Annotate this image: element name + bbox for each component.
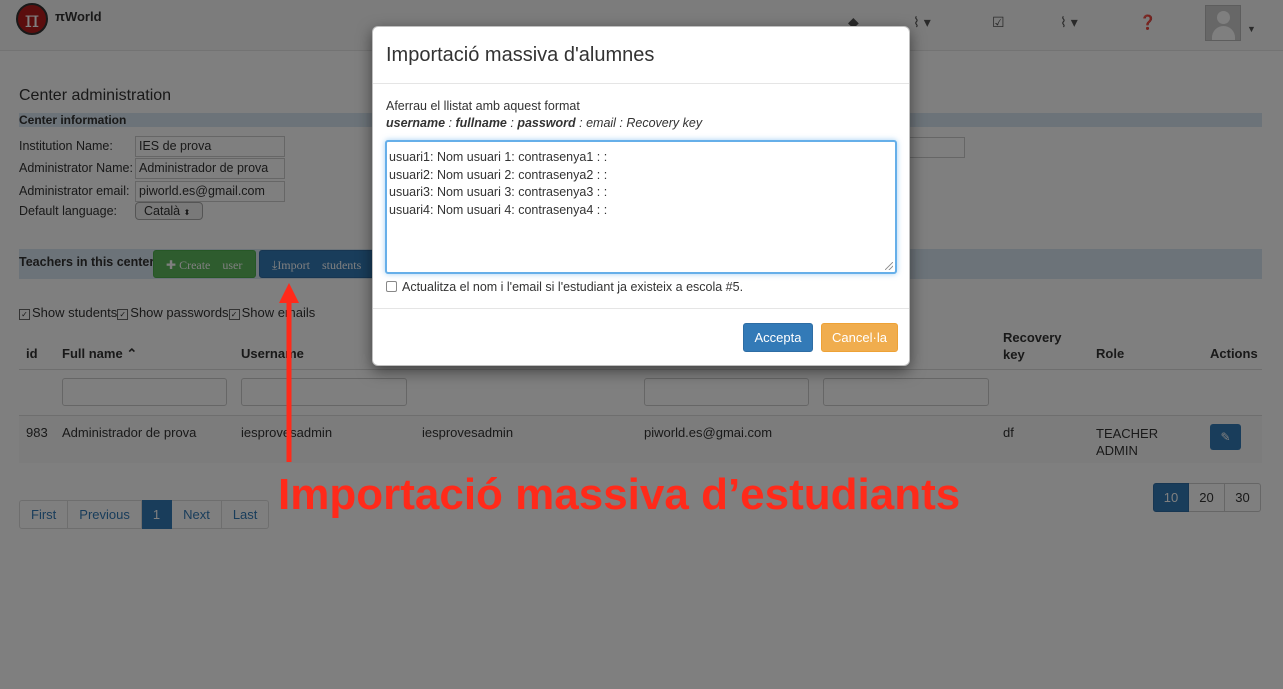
cancel-button[interactable]: Cancel·la (821, 323, 898, 352)
format-intro: Aferrau el llistat amb aquest format (386, 99, 580, 113)
annotation-label: Importació massiva d’estudiants (278, 470, 961, 519)
dialog-divider (373, 308, 909, 309)
update-existing-checkbox[interactable] (386, 281, 397, 292)
list-line: usuari3: Nom usuari 3: contrasenya3 : : (389, 185, 608, 199)
list-line: usuari1: Nom usuari 1: contrasenya1 : : (389, 150, 608, 164)
dialog-divider (373, 83, 909, 84)
accept-button[interactable]: Accepta (743, 323, 813, 352)
format-spec: username : fullname : password : email :… (386, 116, 703, 130)
list-line: usuari2: Nom usuari 2: contrasenya2 : : (389, 167, 608, 182)
import-students-dialog: Importació massiva d'alumnes Aferrau el … (372, 26, 910, 366)
resize-grip-icon[interactable] (885, 262, 893, 270)
list-line: usuari4: Nom usuari 4: contrasenya4 : : (389, 202, 608, 217)
dialog-title: Importació massiva d'alumnes (386, 44, 655, 66)
update-existing-option[interactable]: Actualitza el nom i l'email si l'estudia… (386, 280, 743, 294)
students-list-textarea[interactable]: usuari1: Nom usuari 1: contrasenya1 : : … (385, 140, 897, 274)
update-existing-label: Actualitza el nom i l'email si l'estudia… (402, 280, 744, 294)
